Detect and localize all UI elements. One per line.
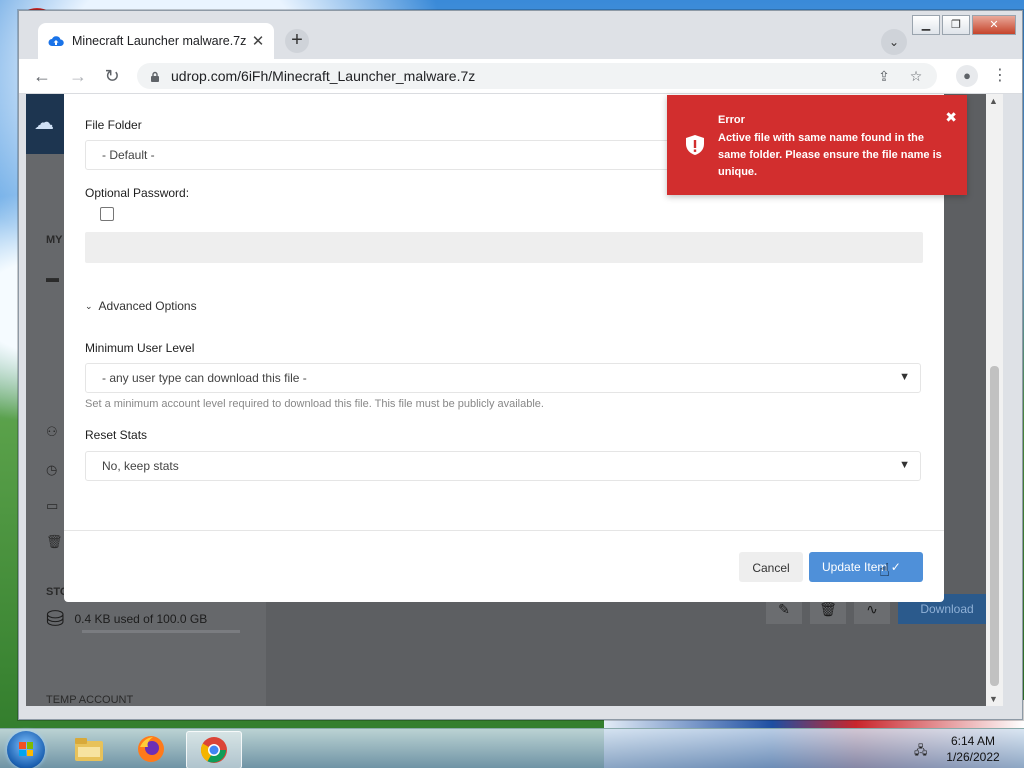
tab-strip: Minecraft Launcher malware.7z ✕ + ⌄ ▁ ❐ … (19, 11, 1022, 59)
maximize-icon[interactable]: ❐ (942, 15, 970, 35)
scroll-thumb[interactable] (990, 366, 999, 686)
trash-icon[interactable]: 🗑 (46, 534, 63, 549)
password-checkbox[interactable] (100, 207, 114, 221)
clock-time: 6:14 AM (950, 734, 996, 748)
toast-title: Error (718, 114, 745, 126)
share-icon[interactable]: ⇪ (873, 65, 895, 87)
storage-usage: ⛁ 0.4 KB used of 100.0 GB (46, 606, 207, 632)
chrome-icon[interactable] (186, 731, 242, 768)
tab-title: Minecraft Launcher malware.7z (72, 34, 247, 48)
chevron-down-icon: ▼ (899, 459, 910, 471)
close-icon[interactable]: ✖ (945, 109, 957, 126)
star-icon[interactable]: ☆ (905, 65, 927, 87)
inbox-icon[interactable]: ▭ (46, 498, 62, 513)
storage-progress-bar (82, 630, 240, 633)
scroll-down-icon[interactable]: ▼ (989, 694, 998, 704)
clock-icon[interactable]: ◷ (46, 462, 62, 477)
optional-password-label: Optional Password: (85, 186, 190, 200)
advanced-options-toggle[interactable]: ⌄ Advanced Options (85, 299, 197, 313)
new-tab-button[interactable]: + (285, 29, 309, 53)
firefox-icon[interactable] (124, 731, 178, 767)
toast-message: Active file with same name found in the … (718, 132, 942, 178)
url-text[interactable]: udrop.com/6iFh/Minecraft_Launcher_malwar… (171, 68, 873, 84)
system-clock[interactable]: 6:14 AM 1/26/2022 (942, 733, 1004, 765)
windows-logo-icon (19, 742, 33, 756)
storage-text: 0.4 KB used of 100.0 GB (74, 612, 208, 626)
address-bar[interactable]: udrop.com/6iFh/Minecraft_Launcher_malwar… (137, 63, 937, 89)
lock-icon (149, 70, 161, 82)
clock-date: 1/26/2022 (946, 750, 1000, 764)
file-folder-value: - Default - (102, 148, 155, 162)
chevron-down-icon[interactable]: ⌄ (881, 29, 907, 55)
page-scrollbar[interactable]: ▲ ▼ (986, 94, 1003, 706)
sidebar-section-label: MY (46, 234, 63, 246)
users-icon[interactable]: ⚇ (46, 424, 62, 439)
min-user-level-select[interactable]: - any user type can download this file -… (85, 363, 921, 393)
folder-icon[interactable]: ▬ (46, 270, 62, 285)
file-explorer-icon[interactable] (62, 731, 116, 767)
browser-toolbar: ← → ↻ udrop.com/6iFh/Minecraft_Launcher_… (19, 59, 1022, 94)
window-controls: ▁ ❐ ✕ (912, 15, 1016, 35)
menu-icon[interactable]: ⋮ (992, 65, 1008, 87)
scroll-up-icon[interactable]: ▲ (989, 96, 998, 106)
cancel-button[interactable]: Cancel (739, 552, 803, 582)
reload-icon[interactable]: ↻ (101, 65, 123, 87)
chevron-down-icon: ⌄ (85, 300, 93, 311)
minimize-icon[interactable]: ▁ (912, 15, 940, 35)
update-item-button[interactable]: Update Item ✓ (809, 552, 923, 582)
tab-active[interactable]: Minecraft Launcher malware.7z ✕ (38, 23, 274, 59)
database-icon: ⛁ (46, 606, 65, 631)
error-toast: Error Active file with same name found i… (667, 95, 967, 195)
advanced-options-label: Advanced Options (98, 299, 197, 313)
temp-account-label: TEMP ACCOUNT (46, 694, 134, 706)
min-user-level-value: - any user type can download this file - (102, 371, 307, 385)
modal-footer-divider (64, 530, 944, 531)
close-icon[interactable]: ✕ (248, 32, 268, 50)
chevron-down-icon: ▼ (899, 371, 910, 383)
reset-stats-label: Reset Stats (85, 428, 148, 442)
reset-stats-value: No, keep stats (102, 459, 179, 473)
forward-arrow-icon[interactable]: → (67, 65, 89, 87)
password-input[interactable] (85, 232, 923, 263)
back-arrow-icon[interactable]: ← (31, 65, 53, 87)
min-user-level-help: Set a minimum account level required to … (85, 398, 544, 410)
start-button[interactable] (7, 731, 45, 768)
cloud-upload-icon: ☁ (34, 112, 54, 134)
logo: ☁ (26, 94, 64, 154)
network-icon[interactable]: 🖧 (914, 741, 930, 757)
close-window-icon[interactable]: ✕ (972, 15, 1016, 35)
taskbar: 🖧 6:14 AM 1/26/2022 (0, 728, 1024, 768)
shield-alert-icon (683, 133, 707, 157)
file-folder-label: File Folder (85, 118, 142, 132)
profile-icon[interactable]: ● (956, 65, 978, 87)
hand-cursor-icon: ☝ (879, 560, 890, 580)
min-user-level-label: Minimum User Level (85, 341, 195, 355)
cloud-upload-icon (48, 33, 64, 49)
reset-stats-select[interactable]: No, keep stats ▼ (85, 451, 921, 481)
